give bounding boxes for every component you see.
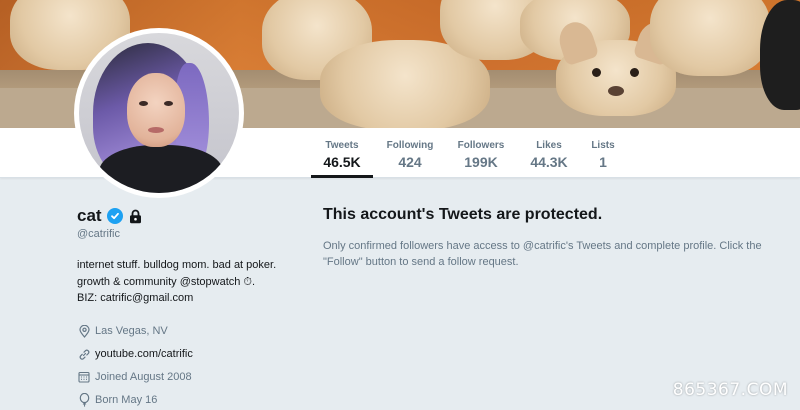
lock-icon — [128, 208, 144, 224]
tab-label: Likes — [536, 140, 562, 151]
tab-tweets[interactable]: Tweets 46.5K — [311, 128, 373, 178]
tab-count: 46.5K — [323, 154, 361, 170]
avatar[interactable] — [74, 28, 244, 198]
tab-label: Followers — [457, 140, 505, 151]
profile-handle[interactable]: @catrific — [77, 228, 307, 240]
tab-count: 1 — [599, 154, 607, 170]
website-link[interactable]: youtube.com/catrific — [95, 348, 193, 360]
link-icon — [77, 347, 91, 361]
tab-likes[interactable]: Likes 44.3K — [523, 128, 575, 178]
bio-line: growth & community @stopwatch — [77, 275, 241, 288]
bio-line: internet stuff. bulldog mom. bad at poke… — [77, 259, 277, 271]
banner-dog-dark — [760, 0, 800, 110]
profile-name[interactable]: cat — [77, 206, 102, 226]
location-text: Las Vegas, NV — [95, 325, 168, 337]
bio-line: BIZ: catrific@gmail.com — [77, 292, 194, 304]
tab-followers[interactable]: Followers 199K — [453, 128, 509, 178]
tab-count: 424 — [398, 154, 422, 170]
tab-following[interactable]: Following 424 — [382, 128, 438, 178]
location-pin-icon — [77, 324, 91, 338]
birthday-text: Born May 16 — [95, 394, 158, 406]
profile-joined: Joined August 2008 — [77, 366, 307, 389]
stopwatch-icon: ⏱ — [243, 275, 252, 288]
joined-text: Joined August 2008 — [95, 371, 192, 383]
bio-line-2: growth & community @stopwatch ⏱. — [77, 274, 307, 291]
protected-notice: This account's Tweets are protected. Onl… — [323, 206, 793, 270]
tab-label: Lists — [591, 140, 615, 151]
protected-title: This account's Tweets are protected. — [323, 206, 603, 223]
balloon-icon — [77, 393, 91, 407]
tab-lists[interactable]: Lists 1 — [588, 128, 618, 178]
tab-label: Tweets — [325, 140, 359, 151]
profile-meta: Las Vegas, NV youtube.com/catrific Joine… — [77, 320, 307, 410]
profile-location: Las Vegas, NV — [77, 320, 307, 343]
protected-description: Only confirmed followers have access to … — [323, 240, 762, 268]
profile-website[interactable]: youtube.com/catrific — [77, 343, 307, 366]
avatar-photo — [79, 33, 239, 193]
profile-card: cat @catrific internet stuff. bulldog mo… — [77, 206, 307, 410]
calendar-icon — [77, 370, 91, 384]
tab-count: 44.3K — [530, 154, 568, 170]
verified-badge-icon — [106, 208, 123, 224]
tab-count: 199K — [464, 154, 498, 170]
bio-punctuation: . — [252, 275, 256, 288]
profile-birthday: Born May 16 — [77, 389, 307, 410]
banner-dog — [650, 0, 770, 76]
tab-label: Following — [386, 140, 434, 151]
watermark: 865367.COM — [672, 380, 788, 400]
profile-bio: internet stuff. bulldog mom. bad at poke… — [77, 257, 307, 307]
